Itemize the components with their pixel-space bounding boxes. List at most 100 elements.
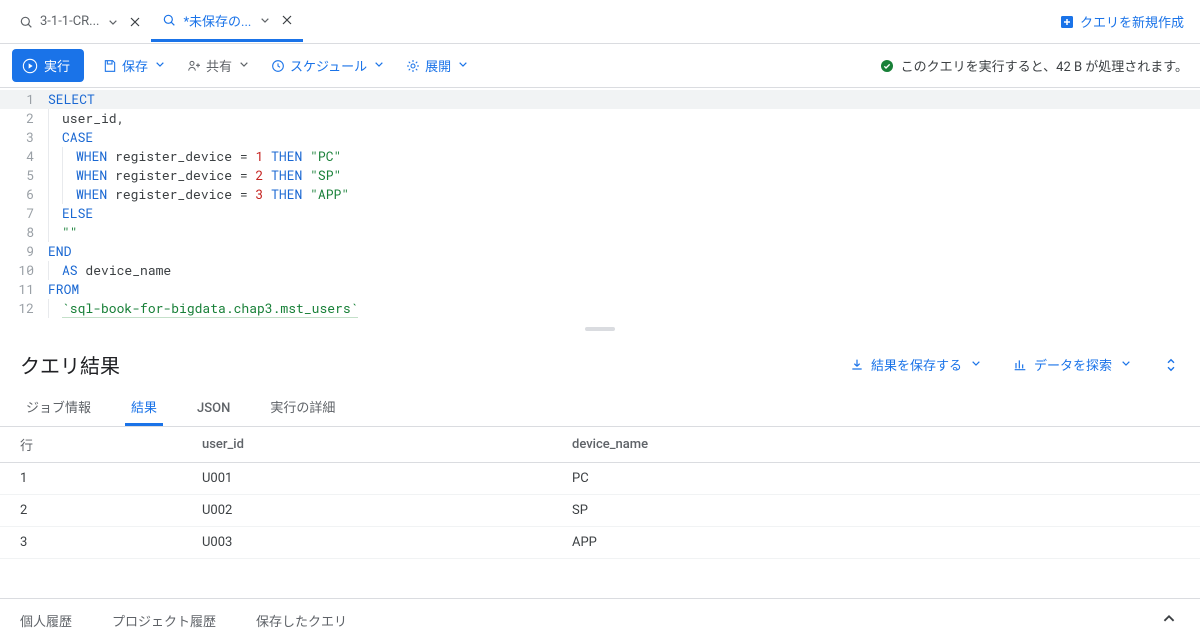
new-query-button[interactable]: クエリを新規作成 bbox=[1050, 12, 1192, 31]
line-number: 11 bbox=[0, 280, 48, 299]
code-content: CASE bbox=[48, 128, 93, 147]
results-table: 行user_iddevice_name 1U001PC2U002SP3U003A… bbox=[0, 427, 1200, 559]
code-content: SELECT bbox=[48, 90, 95, 109]
code-line[interactable]: 5WHEN register_device = 2 THEN "SP" bbox=[0, 166, 1200, 185]
editor-tab[interactable]: 3-1-1-CR... bbox=[8, 2, 151, 42]
line-number: 10 bbox=[0, 261, 48, 280]
share-button[interactable]: 共有 bbox=[186, 56, 252, 76]
schedule-label: スケジュール bbox=[290, 56, 367, 75]
editor-tab[interactable]: *未保存の... bbox=[151, 2, 303, 42]
query-toolbar: 実行 保存 共有 スケジュール 展開 このクエリを実行すると、42 B が処理さ… bbox=[0, 44, 1200, 88]
line-number: 5 bbox=[0, 166, 48, 185]
code-line[interactable]: 10AS device_name bbox=[0, 261, 1200, 280]
line-number: 2 bbox=[0, 109, 48, 128]
line-number: 6 bbox=[0, 185, 48, 204]
schedule-button[interactable]: スケジュール bbox=[270, 56, 387, 76]
bottom-bar: 個人履歴 プロジェクト履歴 保存したクエリ bbox=[0, 598, 1200, 642]
line-number: 1 bbox=[0, 90, 48, 109]
caret-down-icon bbox=[371, 56, 387, 76]
save-label: 保存 bbox=[122, 56, 148, 75]
code-content: ELSE bbox=[48, 204, 93, 223]
line-number: 4 bbox=[0, 147, 48, 166]
close-icon[interactable] bbox=[279, 12, 295, 28]
explore-data-button[interactable]: データを探索 bbox=[1012, 355, 1134, 375]
table-row[interactable]: 1U001PC bbox=[0, 463, 1200, 495]
code-line[interactable]: 1SELECT bbox=[0, 90, 1200, 109]
tab-label: 3-1-1-CR... bbox=[40, 14, 99, 29]
table-row[interactable]: 2U002SP bbox=[0, 495, 1200, 527]
result-tab[interactable]: JSON bbox=[191, 391, 236, 426]
tab-label: *未保存の... bbox=[183, 11, 251, 30]
code-line[interactable]: 8"" bbox=[0, 223, 1200, 242]
table-row[interactable]: 3U003APP bbox=[0, 527, 1200, 559]
expand-button[interactable]: 展開 bbox=[405, 56, 471, 76]
caret-down-icon bbox=[236, 56, 252, 76]
run-button[interactable]: 実行 bbox=[12, 49, 84, 82]
gear-icon bbox=[405, 58, 421, 74]
project-history-tab[interactable]: プロジェクト履歴 bbox=[112, 611, 216, 630]
save-icon bbox=[102, 58, 118, 74]
table-cell: SP bbox=[560, 495, 1200, 527]
table-cell: 3 bbox=[0, 527, 190, 559]
table-cell: APP bbox=[560, 527, 1200, 559]
code-line[interactable]: 7ELSE bbox=[0, 204, 1200, 223]
table-cell: U002 bbox=[190, 495, 560, 527]
caret-down-icon[interactable] bbox=[257, 12, 273, 28]
results-header: クエリ結果 結果を保存する データを探索 bbox=[0, 334, 1200, 387]
resize-handle[interactable] bbox=[0, 324, 1200, 334]
caret-down-icon bbox=[152, 56, 168, 76]
column-header[interactable]: device_name bbox=[560, 427, 1200, 463]
code-content: FROM bbox=[48, 280, 79, 299]
personal-history-tab[interactable]: 個人履歴 bbox=[20, 611, 72, 630]
code-line[interactable]: 4WHEN register_device = 1 THEN "PC" bbox=[0, 147, 1200, 166]
code-content: AS device_name bbox=[48, 261, 171, 280]
table-cell: 1 bbox=[0, 463, 190, 495]
saved-queries-tab[interactable]: 保存したクエリ bbox=[256, 611, 347, 630]
play-icon bbox=[22, 58, 38, 74]
caret-down-icon[interactable] bbox=[105, 14, 121, 30]
code-content: WHEN register_device = 1 THEN "PC" bbox=[48, 147, 341, 166]
code-line[interactable]: 12`sql-book-for-bigdata.chap3.mst_users` bbox=[0, 299, 1200, 318]
caret-down-icon bbox=[968, 355, 984, 375]
caret-down-icon bbox=[1118, 355, 1134, 375]
code-content: user_id, bbox=[48, 109, 124, 128]
code-line[interactable]: 11FROM bbox=[0, 280, 1200, 299]
query-icon bbox=[161, 12, 177, 28]
table-cell: U001 bbox=[190, 463, 560, 495]
sql-editor[interactable]: 1SELECT2user_id,3CASE4WHEN register_devi… bbox=[0, 88, 1200, 324]
code-line[interactable]: 3CASE bbox=[0, 128, 1200, 147]
new-query-label: クエリを新規作成 bbox=[1080, 12, 1184, 31]
column-header[interactable]: 行 bbox=[0, 427, 190, 463]
table-cell: PC bbox=[560, 463, 1200, 495]
caret-down-icon bbox=[455, 56, 471, 76]
table-cell: 2 bbox=[0, 495, 190, 527]
line-number: 3 bbox=[0, 128, 48, 147]
save-results-label: 結果を保存する bbox=[871, 355, 962, 374]
editor-tabs: 3-1-1-CR... *未保存の... クエリを新規作成 bbox=[0, 0, 1200, 44]
code-content: WHEN register_device = 3 THEN "APP" bbox=[48, 185, 349, 204]
clock-icon bbox=[270, 58, 286, 74]
save-results-button[interactable]: 結果を保存する bbox=[849, 355, 984, 375]
share-icon bbox=[186, 58, 202, 74]
result-tab[interactable]: 実行の詳細 bbox=[264, 387, 341, 426]
expand-collapse-button[interactable] bbox=[1162, 356, 1180, 374]
code-line[interactable]: 6WHEN register_device = 3 THEN "APP" bbox=[0, 185, 1200, 204]
result-tab[interactable]: ジョブ情報 bbox=[20, 387, 97, 426]
code-line[interactable]: 2user_id, bbox=[0, 109, 1200, 128]
line-number: 8 bbox=[0, 223, 48, 242]
code-line[interactable]: 9END bbox=[0, 242, 1200, 261]
status-text: このクエリを実行すると、42 B が処理されます。 bbox=[901, 56, 1188, 75]
table-cell: U003 bbox=[190, 527, 560, 559]
line-number: 7 bbox=[0, 204, 48, 223]
unfold-icon bbox=[1162, 356, 1180, 374]
save-button[interactable]: 保存 bbox=[102, 56, 168, 76]
share-label: 共有 bbox=[206, 56, 232, 75]
column-header[interactable]: user_id bbox=[190, 427, 560, 463]
run-label: 実行 bbox=[44, 56, 70, 75]
chevron-up-icon[interactable] bbox=[1158, 608, 1180, 634]
download-icon bbox=[849, 357, 865, 373]
close-icon[interactable] bbox=[127, 14, 143, 30]
results-title: クエリ結果 bbox=[20, 350, 120, 379]
explore-label: データを探索 bbox=[1034, 355, 1112, 374]
result-tab[interactable]: 結果 bbox=[125, 387, 163, 426]
